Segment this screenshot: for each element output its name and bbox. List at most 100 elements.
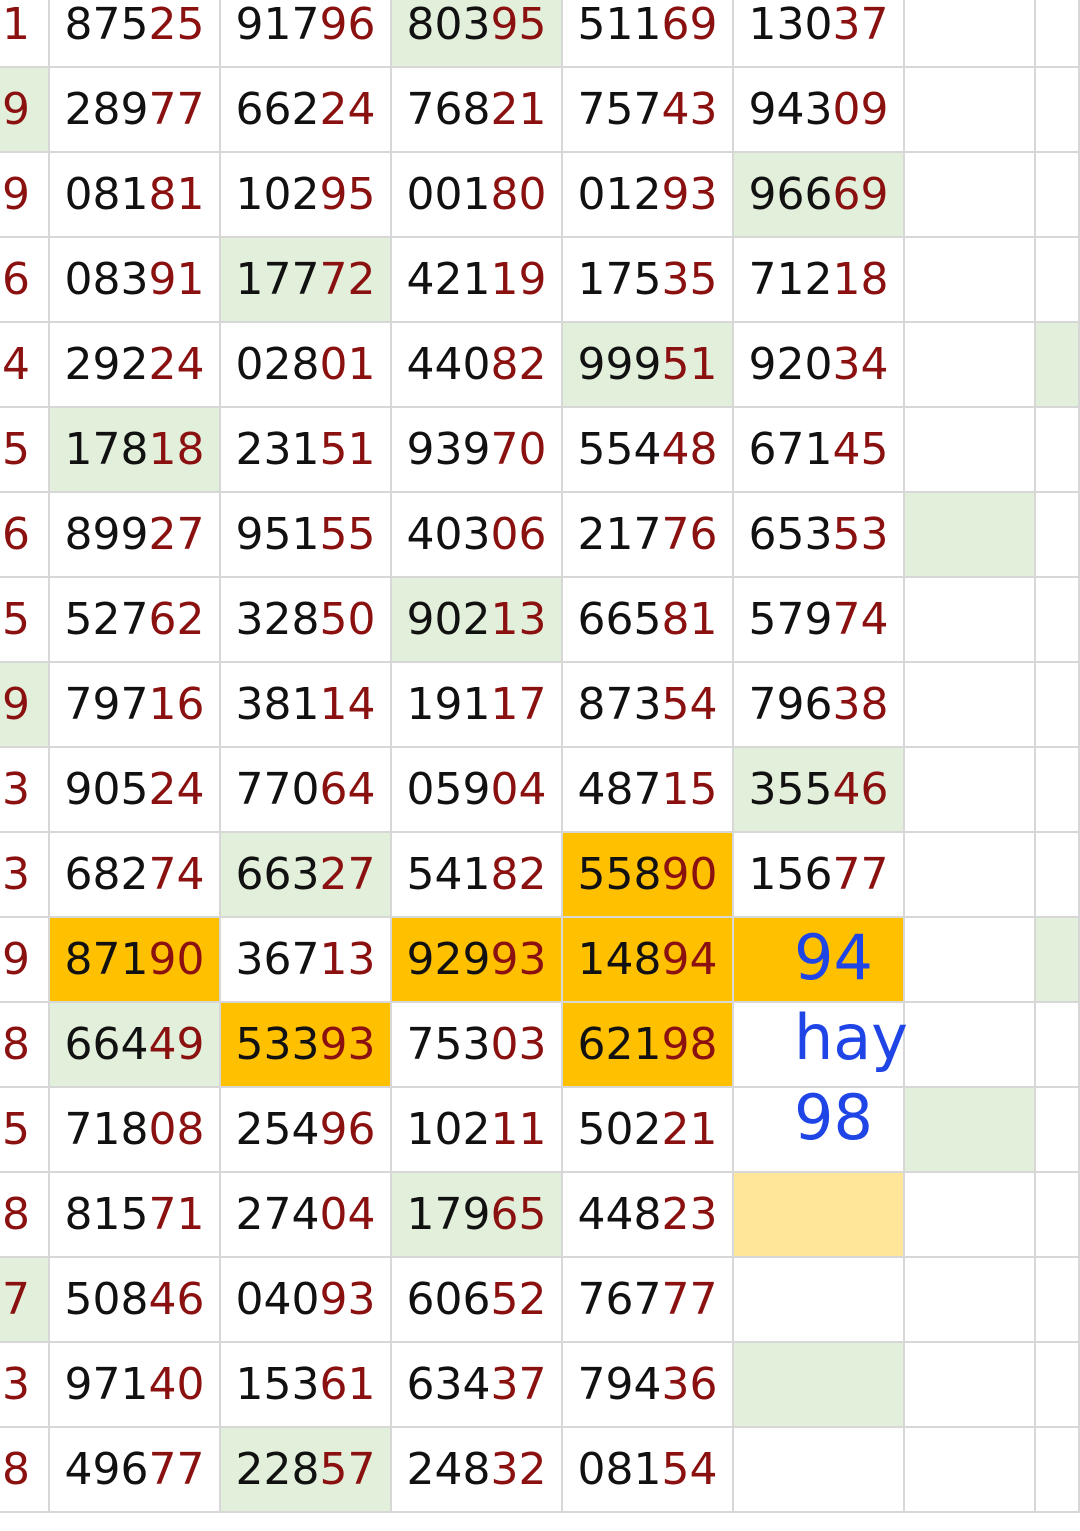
- sheet-cell[interactable]: 012 93: [563, 153, 734, 238]
- sheet-cell[interactable]: 228 57: [221, 1428, 392, 1513]
- sheet-cell[interactable]: [734, 1258, 905, 1343]
- sheet-cell[interactable]: 328 50: [221, 578, 392, 663]
- sheet-cell[interactable]: [905, 1258, 1036, 1343]
- sheet-cell[interactable]: 796 38: [734, 663, 905, 748]
- sheet-cell[interactable]: 905 24: [50, 748, 221, 833]
- sheet-cell[interactable]: [1036, 323, 1080, 408]
- sheet-cell[interactable]: 770 64: [221, 748, 392, 833]
- sheet-cell[interactable]: 081 54: [563, 1428, 734, 1513]
- sheet-cell[interactable]: 966 69: [734, 153, 905, 238]
- sheet-cell[interactable]: 606 52: [392, 1258, 563, 1343]
- row-index-cell[interactable]: 8: [0, 1428, 50, 1513]
- sheet-cell[interactable]: 248 32: [392, 1428, 563, 1513]
- sheet-cell[interactable]: 254 96: [221, 1088, 392, 1173]
- sheet-cell[interactable]: 527 62: [50, 578, 221, 663]
- sheet-cell[interactable]: 767 77: [563, 1258, 734, 1343]
- sheet-cell[interactable]: [905, 323, 1036, 408]
- sheet-cell[interactable]: [1036, 0, 1080, 68]
- sheet-cell[interactable]: [734, 1428, 905, 1513]
- row-index-cell[interactable]: 6: [0, 238, 50, 323]
- sheet-cell[interactable]: [1036, 68, 1080, 153]
- sheet-cell[interactable]: [1036, 1428, 1080, 1513]
- sheet-cell[interactable]: [1036, 918, 1080, 1003]
- sheet-cell[interactable]: 102 11: [392, 1088, 563, 1173]
- sheet-cell[interactable]: 621 98: [563, 1003, 734, 1088]
- sheet-cell[interactable]: [1036, 1258, 1080, 1343]
- sheet-cell[interactable]: 939 70: [392, 408, 563, 493]
- sheet-cell[interactable]: 653 53: [734, 493, 905, 578]
- sheet-cell[interactable]: 917 96: [221, 0, 392, 68]
- sheet-cell[interactable]: 663 27: [221, 833, 392, 918]
- sheet-cell[interactable]: 102 95: [221, 153, 392, 238]
- sheet-cell[interactable]: 367 13: [221, 918, 392, 1003]
- sheet-cell[interactable]: [905, 833, 1036, 918]
- sheet-cell[interactable]: 292 24: [50, 323, 221, 408]
- sheet-cell[interactable]: 757 43: [563, 68, 734, 153]
- sheet-cell[interactable]: [734, 1088, 905, 1173]
- sheet-cell[interactable]: 179 65: [392, 1173, 563, 1258]
- sheet-cell[interactable]: 178 18: [50, 408, 221, 493]
- sheet-cell[interactable]: 156 77: [734, 833, 905, 918]
- sheet-cell[interactable]: [1036, 663, 1080, 748]
- sheet-cell[interactable]: [1036, 1003, 1080, 1088]
- sheet-cell[interactable]: [1036, 1343, 1080, 1428]
- sheet-cell[interactable]: 355 46: [734, 748, 905, 833]
- sheet-cell[interactable]: 873 54: [563, 663, 734, 748]
- sheet-cell[interactable]: 971 40: [50, 1343, 221, 1428]
- sheet-cell[interactable]: 175 35: [563, 238, 734, 323]
- row-index-cell[interactable]: 7: [0, 1258, 50, 1343]
- sheet-cell[interactable]: 718 08: [50, 1088, 221, 1173]
- sheet-cell[interactable]: 381 14: [221, 663, 392, 748]
- row-index-cell[interactable]: 8: [0, 1003, 50, 1088]
- sheet-cell[interactable]: 040 93: [221, 1258, 392, 1343]
- sheet-cell[interactable]: [1036, 408, 1080, 493]
- row-index-cell[interactable]: 9: [0, 68, 50, 153]
- sheet-cell[interactable]: [905, 68, 1036, 153]
- sheet-cell[interactable]: 634 37: [392, 1343, 563, 1428]
- sheet-cell[interactable]: 875 25: [50, 0, 221, 68]
- sheet-cell[interactable]: [905, 748, 1036, 833]
- sheet-cell[interactable]: 130 37: [734, 0, 905, 68]
- sheet-cell[interactable]: [905, 493, 1036, 578]
- sheet-cell[interactable]: [905, 1003, 1036, 1088]
- sheet-cell[interactable]: 871 90: [50, 918, 221, 1003]
- sheet-cell[interactable]: 496 77: [50, 1428, 221, 1513]
- sheet-cell[interactable]: [734, 1003, 905, 1088]
- sheet-cell[interactable]: [905, 663, 1036, 748]
- sheet-cell[interactable]: [1036, 153, 1080, 238]
- sheet-cell[interactable]: 487 15: [563, 748, 734, 833]
- sheet-cell[interactable]: [905, 1173, 1036, 1258]
- row-index-cell[interactable]: 5: [0, 1088, 50, 1173]
- row-index-cell[interactable]: 6: [0, 493, 50, 578]
- sheet-cell[interactable]: 794 36: [563, 1343, 734, 1428]
- sheet-cell[interactable]: 951 55: [221, 493, 392, 578]
- sheet-cell[interactable]: [1036, 578, 1080, 663]
- sheet-cell[interactable]: 920 34: [734, 323, 905, 408]
- sheet-cell[interactable]: 508 46: [50, 1258, 221, 1343]
- sheet-cell[interactable]: 815 71: [50, 1173, 221, 1258]
- sheet-cell[interactable]: [905, 238, 1036, 323]
- sheet-cell[interactable]: [1036, 833, 1080, 918]
- sheet-cell[interactable]: 671 45: [734, 408, 905, 493]
- sheet-cell[interactable]: 148 94: [563, 918, 734, 1003]
- sheet-cell[interactable]: 902 13: [392, 578, 563, 663]
- sheet-cell[interactable]: 682 74: [50, 833, 221, 918]
- row-index-cell[interactable]: 8: [0, 1173, 50, 1258]
- sheet-cell[interactable]: 753 03: [392, 1003, 563, 1088]
- row-index-cell[interactable]: 9: [0, 918, 50, 1003]
- sheet-cell[interactable]: 712 18: [734, 238, 905, 323]
- sheet-cell[interactable]: 662 24: [221, 68, 392, 153]
- sheet-cell[interactable]: [905, 1343, 1036, 1428]
- sheet-cell[interactable]: 899 27: [50, 493, 221, 578]
- sheet-cell[interactable]: [905, 153, 1036, 238]
- row-index-cell[interactable]: 9: [0, 153, 50, 238]
- sheet-cell[interactable]: 083 91: [50, 238, 221, 323]
- sheet-cell[interactable]: 191 17: [392, 663, 563, 748]
- row-index-cell[interactable]: 5: [0, 408, 50, 493]
- sheet-cell[interactable]: [1036, 1173, 1080, 1258]
- sheet-cell[interactable]: [905, 1428, 1036, 1513]
- sheet-cell[interactable]: [734, 1173, 905, 1258]
- sheet-cell[interactable]: 665 81: [563, 578, 734, 663]
- sheet-cell[interactable]: 502 21: [563, 1088, 734, 1173]
- sheet-cell[interactable]: [905, 0, 1036, 68]
